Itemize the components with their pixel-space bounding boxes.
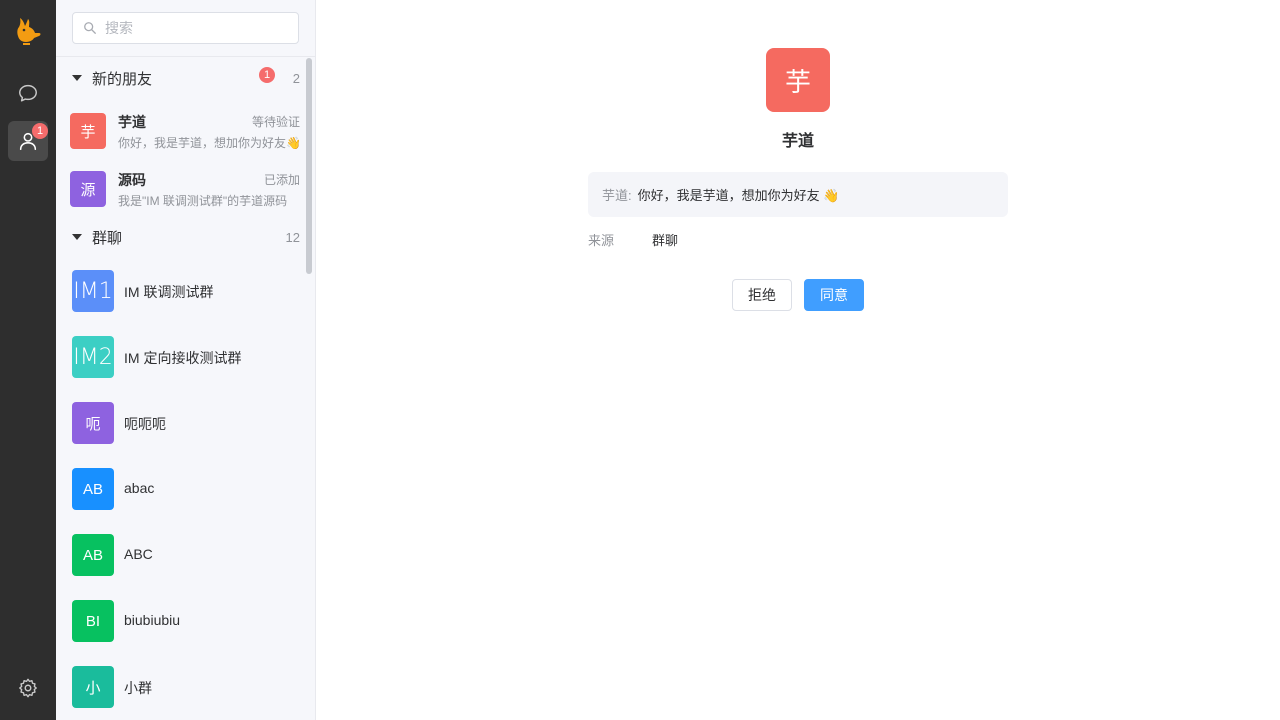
panel-scrollbar[interactable] [306,58,312,274]
friend-request-item[interactable]: 芋 芋道 等待验证 你好，我是芋道，想加你为好友👋 [56,107,315,163]
section-count: 2 [292,70,300,86]
section-count: 12 [285,229,300,245]
group-avatar: IM2 [72,336,114,378]
request-message-box: 芋道: 你好，我是芋道，想加你为好友 👋 [588,172,1008,217]
nav-contacts-button[interactable]: 1 [8,121,48,161]
section-new-friends[interactable]: 新的朋友 2 [56,60,315,96]
group-avatar: AB [72,534,114,576]
group-name: 呃呃呃 [124,416,166,432]
source-row: 来源 群聊 [588,230,678,249]
panel-divider [56,56,315,57]
avatar: 芋 [70,113,106,149]
detail-name: 芋道 [781,133,814,150]
group-name: IM 定向接收测试群 [124,350,242,366]
search-box[interactable] [72,12,299,44]
status-label: 等待验证 [251,115,300,129]
status-label: 已添加 [263,173,300,187]
request-sender: 芋道: [602,188,632,203]
group-item[interactable]: BI biubiubiu [56,588,315,654]
request-text: 你好，我是芋道，想加你为好友 👋 [637,188,840,203]
source-label: 来源 [588,233,615,248]
group-item[interactable]: 呃 呃呃呃 [56,390,315,456]
search-input[interactable] [105,20,285,36]
group-name: ABC [124,546,153,562]
friend-message: 你好，我是芋道，想加你为好友👋 [118,136,301,150]
nav-chat-button[interactable] [8,73,48,113]
chat-bubble-icon [19,84,37,102]
group-avatar: 小 [72,666,114,708]
section-title: 新的朋友 [92,70,153,88]
group-avatar: 呃 [72,402,114,444]
left-nav: 1 [0,0,56,720]
group-item[interactable]: AB ABC [56,522,315,588]
contacts-badge: 1 [32,123,48,139]
group-name: abac [124,480,155,496]
new-friends-badge: 1 [259,67,275,83]
accept-button[interactable]: 同意 [804,279,864,311]
group-avatar: BI [72,600,114,642]
caret-down-icon [72,234,82,240]
section-title: 群聊 [92,229,123,247]
search-icon [84,22,96,34]
group-avatar: IM1 [72,270,114,312]
section-groups[interactable]: 群聊 12 [56,219,315,255]
group-name: IM 联调测试群 [124,284,214,300]
app-logo-icon[interactable] [14,16,42,46]
group-name: 小群 [124,680,152,696]
friend-name: 芋道 [118,114,146,130]
source-value: 群聊 [652,233,679,248]
friend-name: 源码 [118,172,146,188]
friend-request-item[interactable]: 源 源码 已添加 我是"IM 联调测试群"的芋道源码 [56,165,315,221]
group-name: biubiubiu [124,612,181,628]
gear-icon [19,678,37,698]
friend-request-detail: 芋 芋道 芋道: 你好，我是芋道，想加你为好友 👋 来源 群聊 拒绝 同意 [316,0,1280,720]
caret-down-icon [72,75,82,81]
group-item[interactable]: IM2 IM 定向接收测试群 [56,324,315,390]
avatar: 源 [70,171,106,207]
contacts-panel: 新的朋友 2 1 芋 芋道 等待验证 你好，我是芋道，想加你为好友👋 源 源码 … [56,0,316,720]
group-avatar: AB [72,468,114,510]
group-item[interactable]: AB abac [56,456,315,522]
reject-button[interactable]: 拒绝 [732,279,792,311]
group-item[interactable]: IM1 IM 联调测试群 [56,258,315,324]
group-item[interactable]: 小 小群 [56,654,315,720]
friend-message: 我是"IM 联调测试群"的芋道源码 [118,194,288,208]
detail-avatar: 芋 [766,48,830,112]
nav-settings-button[interactable] [8,668,48,708]
